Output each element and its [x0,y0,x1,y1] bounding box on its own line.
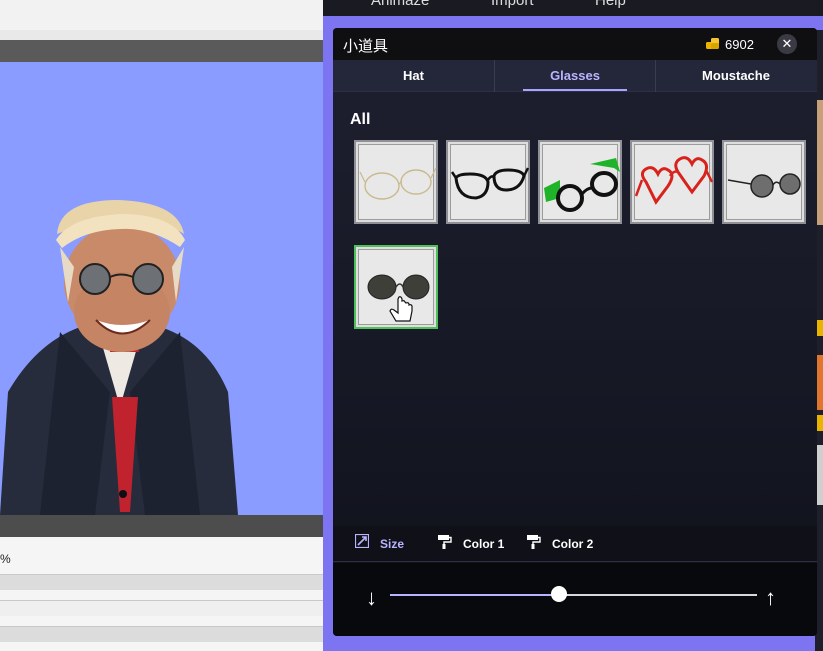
top-menu-bar: Animaze Import Help [323,0,823,16]
category-tabs: Hat Glasses Moustache [333,60,817,92]
size-slider-knob[interactable] [550,586,567,602]
item-round-grey-sunglasses[interactable] [722,140,806,224]
background-row [0,574,323,590]
color1-tool-label: Color 1 [463,537,505,551]
side-thumbnail[interactable] [817,445,823,505]
size-tool-label: Size [380,537,405,551]
background-fragment-text: % [0,552,11,566]
color2-tool-label: Color 2 [552,537,594,551]
item-red-heart-glasses[interactable] [630,140,714,224]
active-tab-indicator [523,89,627,91]
green-glasses-icon [544,158,620,212]
panel-title: 小道具 [343,38,389,55]
panel-titlebar: 小道具 6902 ✕ [333,28,817,60]
item-green-black-glasses[interactable] [538,140,622,224]
tab-hat[interactable]: Hat [333,60,494,92]
item-thin-gold-glasses[interactable] [354,140,438,224]
color2-tool-button[interactable]: Color 2 [526,534,606,556]
size-slider-track[interactable] [390,594,757,596]
adjust-toolbar: Size Color 1 Color 2 [333,526,817,562]
tab-glasses[interactable]: Glasses [494,60,655,92]
hand-cursor-icon [389,296,413,322]
increase-arrow-icon[interactable]: ↑ [765,585,776,611]
background-row [0,626,323,642]
paint-roller-1-icon [438,535,452,549]
decrease-arrow-icon[interactable]: ↓ [366,585,377,611]
avatar-viewport[interactable] [0,62,323,515]
section-title: All [350,111,371,128]
heart-glasses-icon [634,156,714,205]
color1-tool-button[interactable]: Color 1 [437,534,517,556]
side-thumbnail[interactable] [817,355,823,410]
coin-balance: 6902 [725,37,754,52]
avatar-figure [0,200,238,515]
close-icon: ✕ [781,36,793,51]
background-row [0,600,323,616]
viewport-header-bar [0,40,323,62]
resize-icon [355,534,369,548]
side-gold-tag [817,320,823,336]
item-round-dark-sunglasses[interactable] [354,245,438,329]
background-app-topbar [0,0,323,30]
size-slider-fill [390,594,559,596]
item-black-rectangle-glasses[interactable] [446,140,530,224]
viewport-footer-bar [0,515,323,537]
size-tool-button[interactable]: Size [355,534,435,556]
size-slider-area: ↓ ↑ [333,563,817,636]
props-panel: 小道具 6902 ✕ Hat Glasses Moustache All Siz… [333,28,817,636]
coins-icon [706,38,719,49]
tab-moustache[interactable]: Moustache [655,60,816,92]
paint-roller-2-icon [527,535,541,549]
menu-help[interactable]: Help [595,0,626,9]
side-gold-tag [817,415,823,431]
menu-animaze[interactable]: Animaze [371,0,429,9]
close-button[interactable]: ✕ [777,34,797,54]
black-glasses-icon [450,167,530,200]
side-thumbnail[interactable] [817,100,823,225]
menu-import[interactable]: Import [491,0,534,9]
round-sunglasses-icon [727,173,801,198]
thin-gold-glasses-icon [359,167,437,200]
